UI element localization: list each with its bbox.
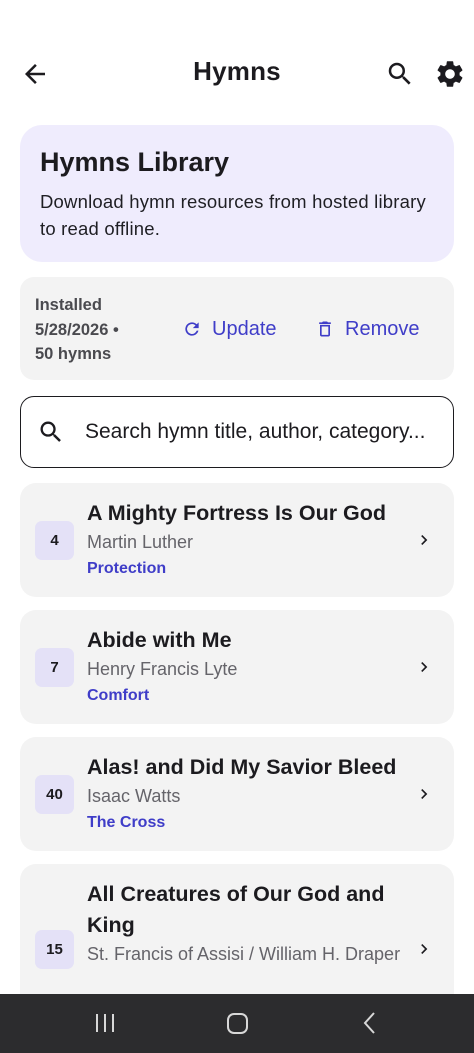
hymn-category: The Cross [87,814,166,831]
install-hymn-count: 50 hymns [35,345,112,363]
search-input[interactable] [85,420,435,444]
library-description: Download hymn resources from hosted libr… [40,191,426,239]
hymn-author: Isaac Watts [87,786,181,806]
hymn-list-item[interactable]: 4 A Mighty Fortress Is Our God Martin Lu… [20,483,454,597]
recent-apps-icon[interactable] [92,1008,118,1038]
hymn-category: Comfort [87,687,150,704]
remove-button[interactable]: Remove [315,313,419,345]
top-app-bar: Hymns [0,44,474,102]
search-icon[interactable] [385,59,415,89]
install-date: 5/28/2026 • [35,320,119,339]
gear-icon[interactable] [434,58,466,90]
hymn-number-badge: 40 [35,775,74,814]
system-navigation-bar [0,994,474,1053]
hymn-author: Martin Luther [87,532,194,552]
hymns-screen: Hymns Hymns Library Download hymn resour… [0,0,474,1053]
home-icon[interactable] [224,1008,252,1038]
hymn-info: A Mighty Fortress Is Our God Martin Luth… [87,498,404,580]
hymn-title: Alas! and Did My Savior Bleed [87,755,397,779]
library-card: Hymns Library Download hymn resources fr… [20,125,454,262]
hymn-title: Abide with Me [87,628,232,652]
hymn-author: St. Francis of Assisi / William H. Drape… [87,944,401,964]
hymn-author: Henry Francis Lyte [87,659,238,679]
update-button[interactable]: Update [182,313,277,345]
remove-label: Remove [345,317,420,340]
hymn-info: All Creatures of Our God and King St. Fr… [87,879,404,967]
back-nav-icon[interactable] [356,1008,384,1038]
install-status-label: Installed [35,296,102,314]
hymn-number-badge: 15 [35,930,74,969]
hymn-title: All Creatures of Our God and King [87,882,385,937]
hymn-list-item[interactable]: 7 Abide with Me Henry Francis Lyte Comfo… [20,610,454,724]
search-icon [40,421,61,442]
chevron-right-icon [421,535,428,545]
trash-icon [319,321,331,337]
install-status-card: Installed 5/28/2026 • 50 hymns Update Re… [20,277,454,380]
hymn-number-badge: 7 [35,648,74,687]
hymn-info: Alas! and Did My Savior Bleed Isaac Watt… [87,752,404,834]
hymn-number-badge: 4 [35,521,74,560]
hymn-info: Abide with Me Henry Francis Lyte Comfort [87,625,404,707]
chevron-right-icon [421,944,428,954]
chevron-right-icon [421,789,428,799]
update-label: Update [212,317,277,340]
library-title: Hymns Library [40,147,230,177]
chevron-right-icon [421,662,428,672]
install-info: Installed 5/28/2026 • 50 hymns [35,293,165,367]
hymn-category: Protection [87,560,167,577]
hymn-list-item[interactable]: 40 Alas! and Did My Savior Bleed Isaac W… [20,737,454,851]
refresh-icon [185,322,199,336]
hymn-title: A Mighty Fortress Is Our God [87,501,387,525]
search-field[interactable] [20,396,454,468]
